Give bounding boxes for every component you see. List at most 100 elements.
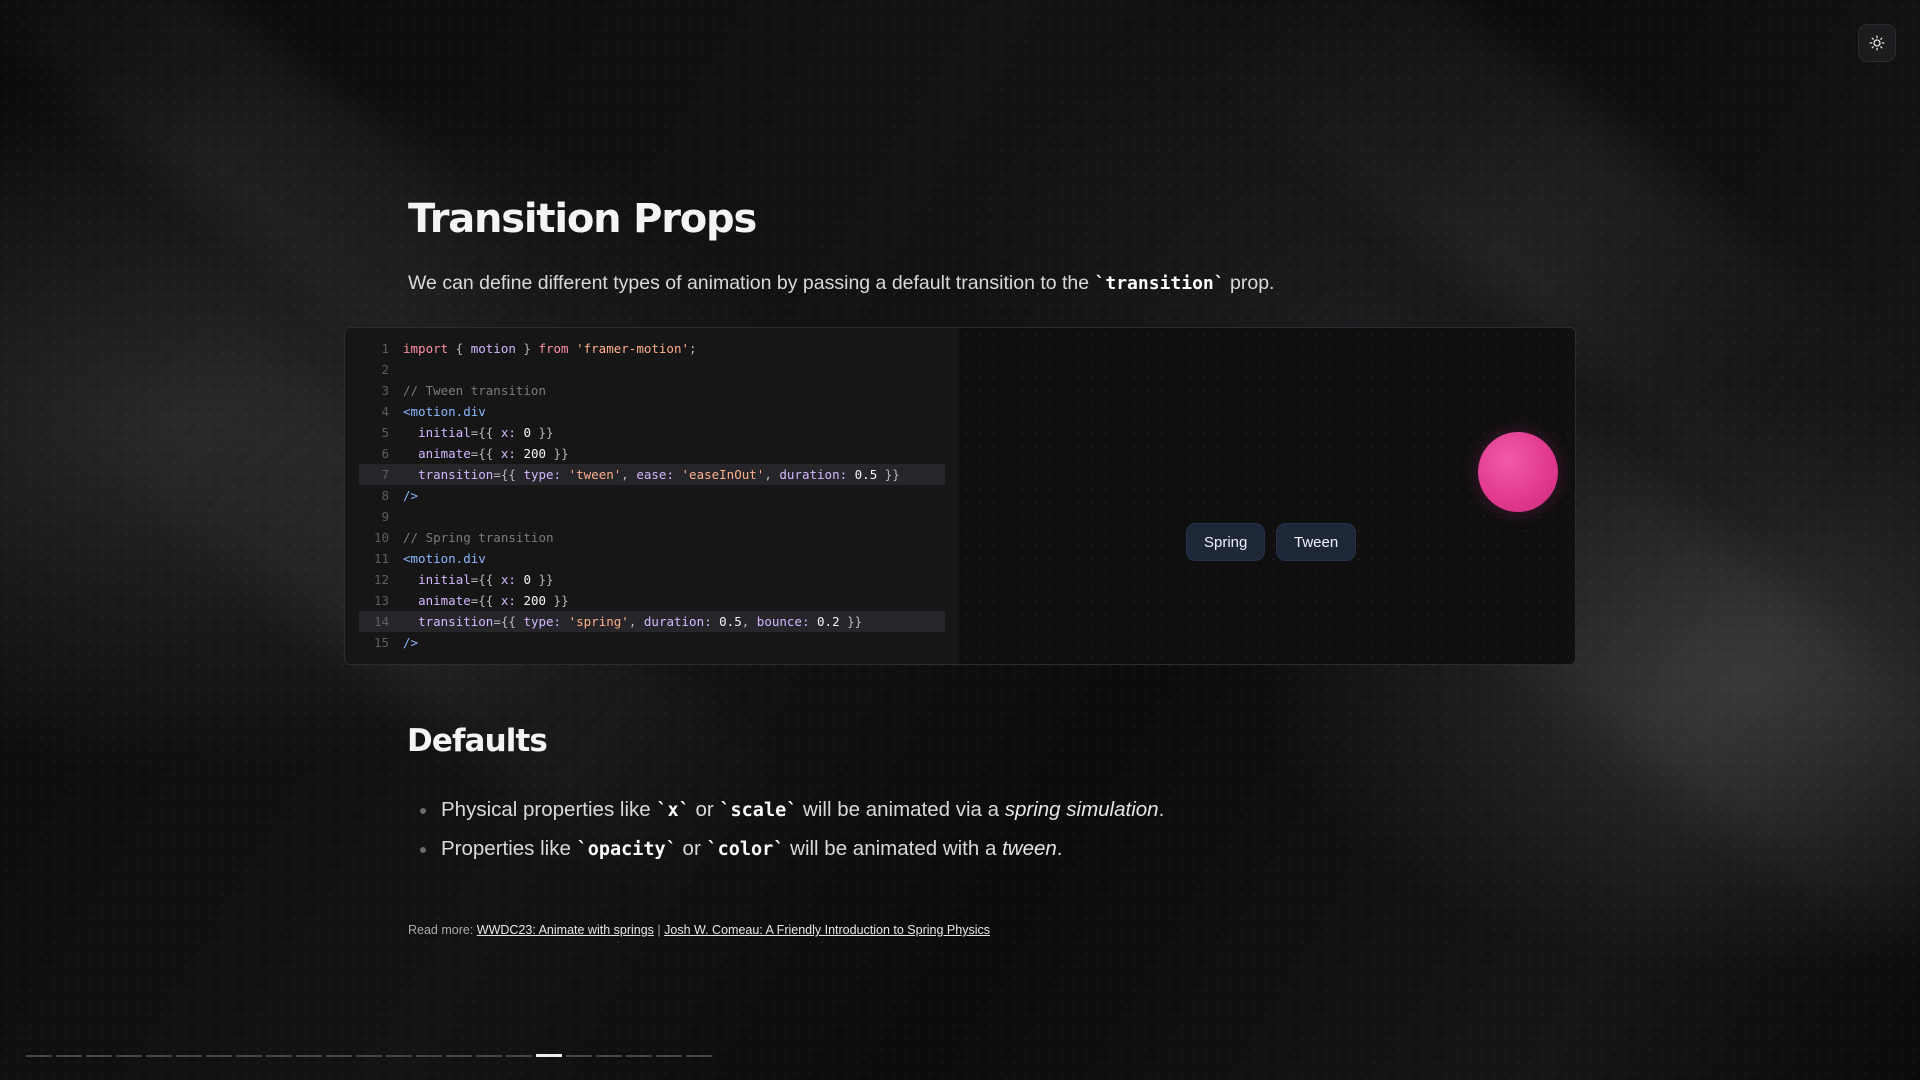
code-token: ={{ (470, 425, 501, 440)
code-line: 2 (359, 359, 945, 380)
progress-segment[interactable] (56, 1055, 82, 1057)
progress-segment[interactable] (656, 1055, 682, 1057)
code-token: type: (523, 467, 562, 482)
progress-segment[interactable] (296, 1055, 322, 1057)
code-line: 13 animate={{ x: 200 }} (359, 590, 945, 611)
code-token: /> (403, 488, 419, 503)
progress-segment[interactable] (506, 1055, 532, 1057)
code-line: 5 initial={{ x: 0 }} (359, 422, 945, 443)
code-token: , (764, 467, 780, 482)
code-block[interactable]: 1 import { motion } from 'framer-motion';… (345, 328, 959, 664)
spring-button[interactable]: Spring (1186, 523, 1266, 561)
code-token: animate (418, 446, 471, 461)
slide-title: Transition Props (408, 196, 757, 242)
code-line: 10 // Spring transition (359, 527, 945, 548)
code-token: , (741, 614, 757, 629)
progress-segment[interactable] (236, 1055, 262, 1057)
progress-segment[interactable] (686, 1055, 712, 1057)
slide-content: Transition Props We can define different… (408, 196, 1558, 295)
animation-preview-area (959, 328, 1575, 664)
code-token: 'spring' (568, 614, 629, 629)
code-token: type: (523, 614, 562, 629)
code-token: x: (500, 425, 516, 440)
code-line: 8 /> (359, 485, 945, 506)
code-token: bounce: (756, 614, 810, 629)
read-more-footer: Read more: WWDC23: Animate with springs … (408, 923, 990, 937)
progress-segment[interactable] (386, 1055, 412, 1057)
code-line: 12 initial={{ x: 0 }} (359, 569, 945, 590)
code-token: <motion.div (403, 551, 486, 566)
progress-segment[interactable] (206, 1055, 232, 1057)
animated-ball (1478, 432, 1558, 512)
theme-toggle-button[interactable] (1858, 24, 1896, 62)
progress-segment[interactable] (446, 1055, 472, 1057)
code-token: 0.5 (854, 467, 878, 482)
code-token: }} (530, 425, 554, 440)
code-token: motion (470, 341, 516, 356)
progress-segment[interactable] (536, 1054, 562, 1057)
line-number: 10 (373, 530, 389, 545)
code-token: } (515, 341, 539, 356)
code-token: initial (418, 572, 471, 587)
comeau-link[interactable]: Josh W. Comeau: A Friendly Introduction … (664, 923, 990, 937)
code-token: from (538, 341, 569, 356)
bullet-text: . (1056, 837, 1063, 860)
code-token: /> (403, 635, 419, 650)
line-number: 11 (373, 551, 389, 566)
code-line-highlighted: 14 transition={{ type: 'spring', duratio… (359, 611, 945, 632)
code-token: 0 (523, 572, 531, 587)
progress-segment[interactable] (116, 1055, 142, 1057)
sun-icon (1869, 35, 1885, 51)
code-token: ={{ (493, 614, 524, 629)
progress-segment[interactable] (356, 1055, 382, 1057)
code-token: animate (418, 593, 471, 608)
code-token: x: (500, 572, 516, 587)
code-token: 'easeInOut' (681, 467, 765, 482)
code-demo-panel: 1 import { motion } from 'framer-motion';… (344, 327, 1576, 665)
wwdc-link[interactable]: WWDC23: Animate with springs (477, 923, 654, 937)
code-token: import (403, 341, 449, 356)
code-line: 11 <motion.div (359, 548, 945, 569)
code-token: duration: (779, 467, 848, 482)
list-item: Physical properties like `x` or `scale` … (420, 790, 1164, 829)
line-number: 3 (381, 383, 389, 398)
list-item: Properties like `opacity` or `color` wil… (420, 829, 1164, 868)
progress-segment[interactable] (326, 1055, 352, 1057)
code-token: , (628, 614, 644, 629)
code-token: }} (546, 593, 569, 608)
code-line-highlighted: 7 transition={{ type: 'tween', ease: 'ea… (359, 464, 945, 485)
progress-segment[interactable] (476, 1055, 502, 1057)
emphasis-text: spring simulation (1004, 798, 1159, 821)
line-number: 14 (373, 614, 389, 629)
line-number: 13 (373, 593, 389, 608)
code-token: 0.5 (719, 614, 742, 629)
progress-segment[interactable] (176, 1055, 202, 1057)
code-token: transition (418, 614, 494, 629)
progress-segment[interactable] (266, 1055, 292, 1057)
code-token: , (621, 467, 637, 482)
bullet-text: Properties like (441, 837, 577, 860)
line-number: 7 (381, 467, 389, 482)
line-number: 12 (373, 572, 389, 587)
line-number: 1 (381, 341, 389, 356)
line-number: 5 (381, 425, 389, 440)
progress-segment[interactable] (416, 1055, 442, 1057)
code-token: duration: (643, 614, 712, 629)
progress-segment[interactable] (146, 1055, 172, 1057)
tween-button[interactable]: Tween (1276, 523, 1357, 561)
lead-text-prefix: We can define different types of animati… (408, 272, 1095, 294)
code-token: initial (418, 425, 471, 440)
progress-segment[interactable] (26, 1055, 52, 1057)
progress-segment[interactable] (626, 1055, 652, 1057)
progress-segment[interactable] (596, 1055, 622, 1057)
code-token: { (448, 341, 471, 356)
slide-stage: Transition Props We can define different… (0, 0, 1920, 1080)
code-comment: // Tween transition (403, 383, 546, 398)
progress-segment[interactable] (86, 1055, 112, 1057)
line-number: 15 (373, 635, 389, 650)
progress-segment[interactable] (566, 1055, 592, 1057)
line-number: 9 (381, 509, 389, 524)
code-token: }} (530, 572, 554, 587)
code-token: <motion.div (403, 404, 486, 419)
line-number: 8 (381, 488, 389, 503)
